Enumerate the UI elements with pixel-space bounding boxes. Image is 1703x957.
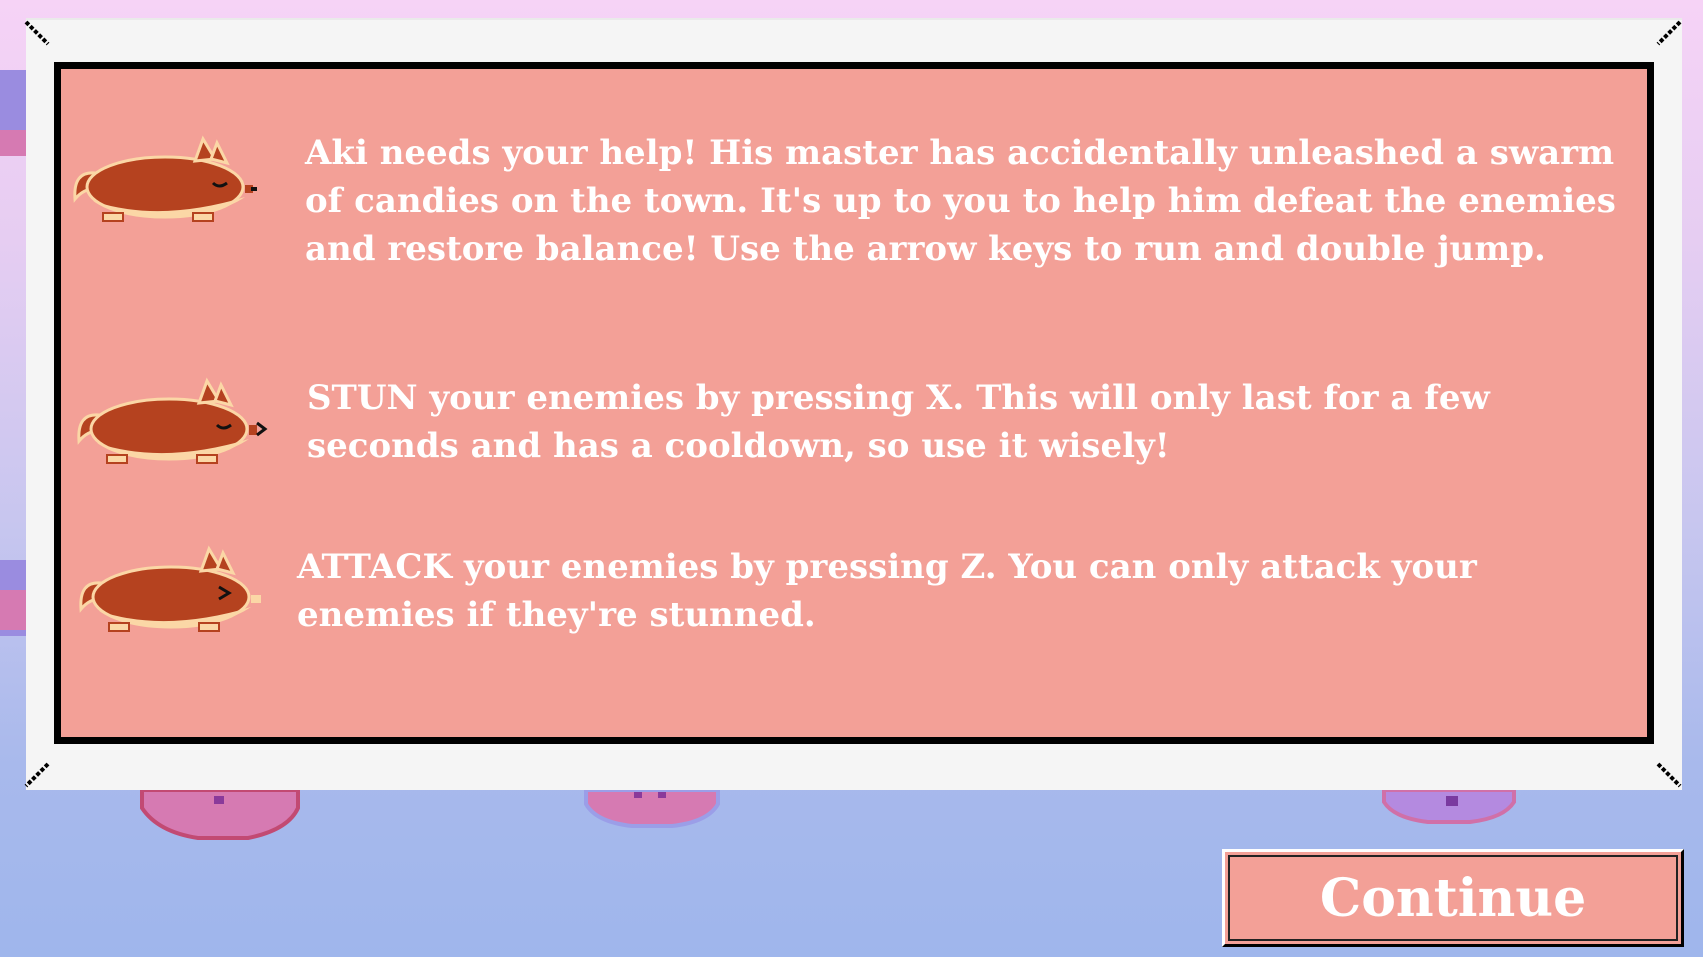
continue-button[interactable]: Continue [1222, 849, 1684, 947]
candy-enemy-edge-top [0, 70, 26, 156]
candy-enemy-middle [584, 790, 720, 828]
instruction-text-attack: ATTACK your enemies by pressing Z. You c… [297, 547, 1477, 635]
frame-corner-top-right [1656, 20, 1682, 46]
frame-corner-bottom-left [24, 762, 50, 788]
continue-button-label: Continue [1319, 867, 1587, 929]
barking-dog-icon [77, 377, 268, 464]
sleeping-dog-icon [73, 135, 257, 222]
instruction-text-intro: Aki needs your help! His master has acci… [305, 133, 1616, 269]
frame-corner-top-left [24, 20, 50, 46]
candy-enemy-edge-bottom [0, 560, 26, 636]
candy-enemy-right [1382, 790, 1516, 824]
frame-corner-bottom-right [1656, 762, 1682, 788]
instruction-text-stun: STUN your enemies by pressing X. This wi… [307, 378, 1490, 466]
attacking-dog-icon [79, 545, 261, 632]
candy-enemy-left [140, 790, 300, 840]
instruction-panel: Aki needs your help! His master has acci… [54, 62, 1654, 744]
